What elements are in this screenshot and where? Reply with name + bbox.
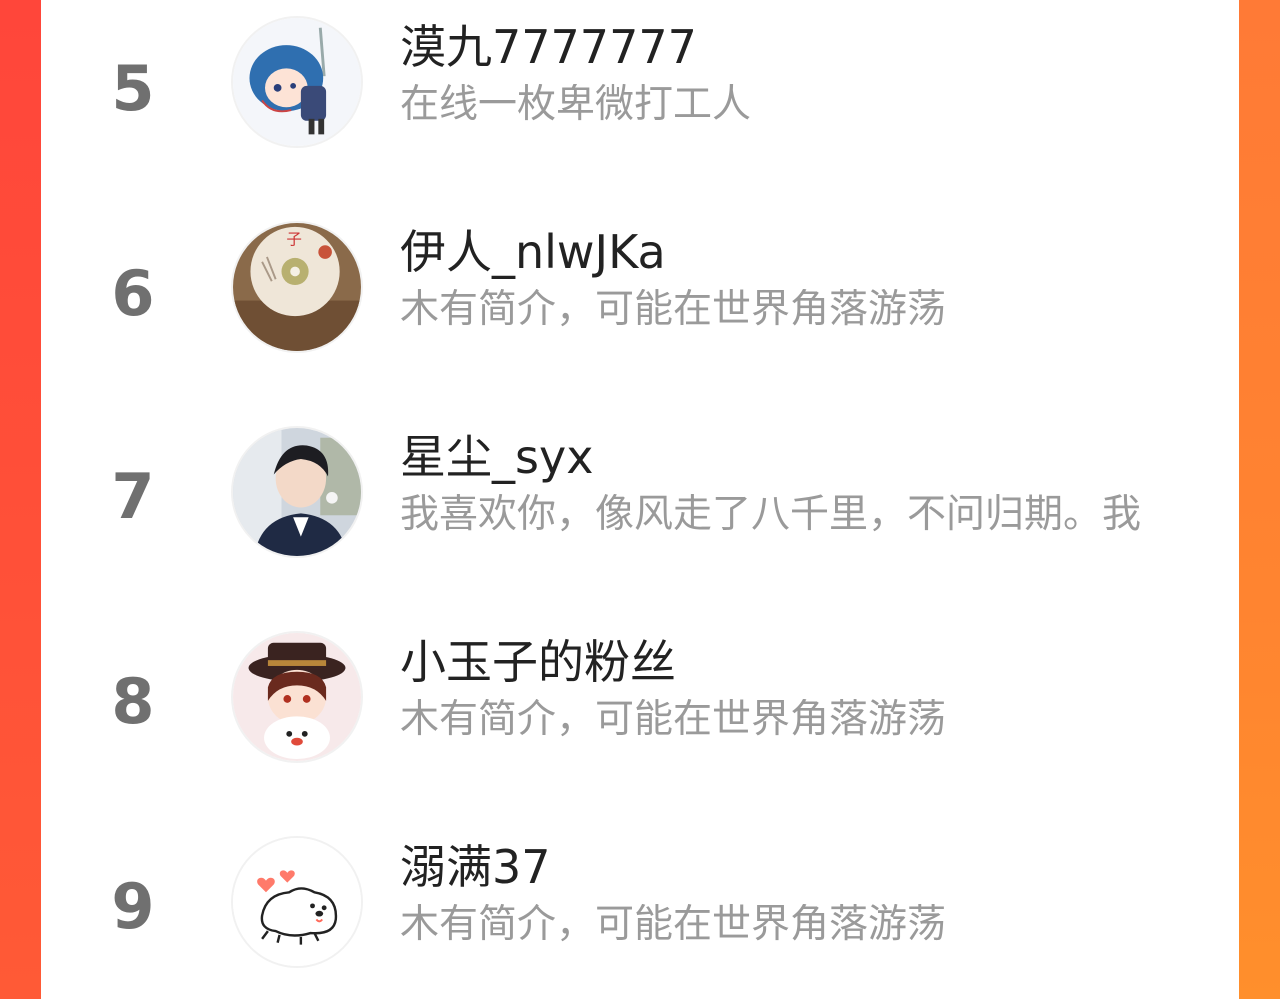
left-background-strip xyxy=(0,0,41,999)
user-bio: 木有简介，可能在世界角落游荡 xyxy=(400,699,947,742)
user-bio: 我喜欢你，像风走了八千里，不问归期。我 xyxy=(400,494,1142,537)
user-name[interactable]: 溺满37 xyxy=(400,842,551,893)
user-name[interactable]: 小玉子的粉丝 xyxy=(400,637,676,688)
avatar[interactable] xyxy=(231,836,363,968)
user-bio: 木有简介，可能在世界角落游荡 xyxy=(400,289,947,332)
ranking-list: 5 漠九7777777 在线一枚卑微打工人 6 子 伊人_nlwJKa 木有简介… xyxy=(41,0,1239,999)
avatar[interactable] xyxy=(231,631,363,763)
rank-number: 6 xyxy=(111,257,155,330)
list-item[interactable]: 9 溺满37 木有简介，可能在世界角落游荡 xyxy=(41,820,1239,999)
right-background-strip xyxy=(1239,0,1280,999)
rank-number: 5 xyxy=(111,52,155,125)
anime-girl-avatar-icon xyxy=(233,18,361,146)
user-name[interactable]: 星尘_syx xyxy=(400,432,593,483)
list-item[interactable]: 5 漠九7777777 在线一枚卑微打工人 xyxy=(41,0,1239,205)
rank-number: 8 xyxy=(111,665,155,738)
user-bio: 在线一枚卑微打工人 xyxy=(400,84,752,127)
avatar[interactable] xyxy=(231,426,363,558)
list-item[interactable]: 7 星尘_syx 我喜欢你，像风走了八千里，不问归期。我 xyxy=(41,410,1239,615)
user-bio: 木有简介，可能在世界角落游荡 xyxy=(400,904,947,947)
avatar[interactable] xyxy=(231,16,363,148)
rank-number: 7 xyxy=(111,460,155,533)
svg-text:子: 子 xyxy=(286,230,302,248)
list-item[interactable]: 6 子 伊人_nlwJKa 木有简介，可能在世界角落游荡 xyxy=(41,205,1239,410)
user-name[interactable]: 伊人_nlwJKa xyxy=(400,227,666,278)
anime-hat-girl-avatar-icon xyxy=(233,633,361,761)
person-photo-avatar-icon xyxy=(233,428,361,556)
disc-photo-avatar-icon: 子 xyxy=(233,223,361,351)
avatar[interactable]: 子 xyxy=(231,221,363,353)
list-item[interactable]: 8 小玉子的粉丝 木有简介，可能在世界角落游荡 xyxy=(41,615,1239,820)
rank-number: 9 xyxy=(111,870,155,943)
cartoon-dog-avatar-icon xyxy=(233,838,361,966)
user-name[interactable]: 漠九7777777 xyxy=(400,22,697,73)
